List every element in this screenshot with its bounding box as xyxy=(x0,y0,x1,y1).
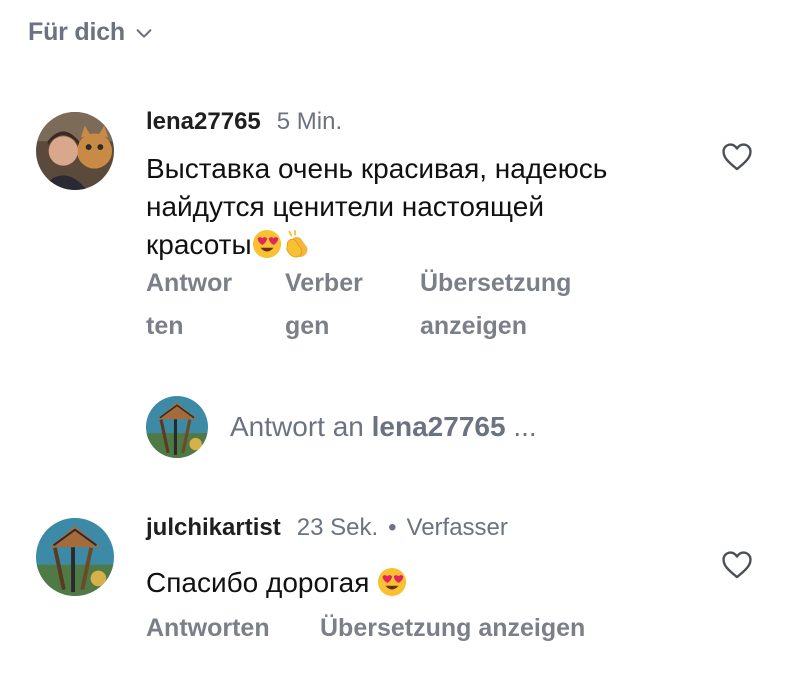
chevron-down-icon xyxy=(136,28,152,38)
reply-label-1: Antwor xyxy=(146,269,233,297)
avatar-julchikartist[interactable] xyxy=(36,518,114,596)
author-badge: Verfasser xyxy=(406,514,508,541)
comment-username[interactable]: julchikartist xyxy=(146,514,281,542)
comment-text-end: красоты xyxy=(146,229,252,260)
heart-eyes-emoji-icon xyxy=(252,229,281,259)
clapping-hands-emoji-icon xyxy=(285,229,308,258)
user-avatar-photo xyxy=(36,112,114,190)
comment-text: Спасибо дорогая xyxy=(146,564,407,602)
feed-filter-dropdown[interactable]: Für dich xyxy=(28,18,155,47)
reply-target-username: lena27765 xyxy=(371,411,506,442)
reply-ellipsis: ... xyxy=(513,411,537,442)
brush-avatar-photo xyxy=(146,396,208,458)
comment-username[interactable]: lena27765 xyxy=(146,108,261,136)
reply-to-comment[interactable]: Antwort an lena27765 ... xyxy=(146,396,537,458)
see-translation-button[interactable]: Übersetzung anzeigen xyxy=(420,262,571,348)
reply-button[interactable]: Antworten xyxy=(146,607,270,650)
comment-timestamp: 5 Min. xyxy=(276,108,343,135)
hide-label-2: gen xyxy=(285,312,330,340)
comment-text-main: Выставка очень красивая, надеюсь найдутс… xyxy=(146,153,608,222)
reply-prefix: Antwort an xyxy=(230,411,364,442)
like-heart-icon[interactable] xyxy=(720,140,754,174)
comment-meta: lena27765 5 Min. xyxy=(146,108,342,136)
like-heart-icon[interactable] xyxy=(720,548,754,582)
feed-filter-label: Für dich xyxy=(28,18,126,46)
heart-eyes-emoji-icon xyxy=(378,567,407,597)
reply-label-2: ten xyxy=(146,312,184,340)
brush-avatar-photo xyxy=(36,518,114,596)
comment-text-main: Спасибо дорогая xyxy=(146,567,370,598)
meta-separator: • xyxy=(388,514,397,541)
reply-to-text: Antwort an lena27765 ... xyxy=(230,411,537,443)
translate-label-2: anzeigen xyxy=(420,312,527,340)
avatar-julchikartist-small xyxy=(146,396,208,458)
comment-text: Выставка очень красивая, надеюсь найдутс… xyxy=(146,150,706,264)
avatar-lena27765[interactable] xyxy=(36,112,114,190)
comment-timestamp: 23 Sek. xyxy=(296,514,379,541)
comment-meta: julchikartist 23 Sek. • Verfasser xyxy=(146,514,508,542)
hide-label-1: Verber xyxy=(285,269,363,297)
see-translation-button[interactable]: Übersetzung anzeigen xyxy=(320,607,585,650)
hide-button[interactable]: Verber gen xyxy=(285,262,363,348)
reply-button[interactable]: Antwor ten xyxy=(146,262,232,348)
translate-label-1: Übersetzung xyxy=(420,269,572,297)
